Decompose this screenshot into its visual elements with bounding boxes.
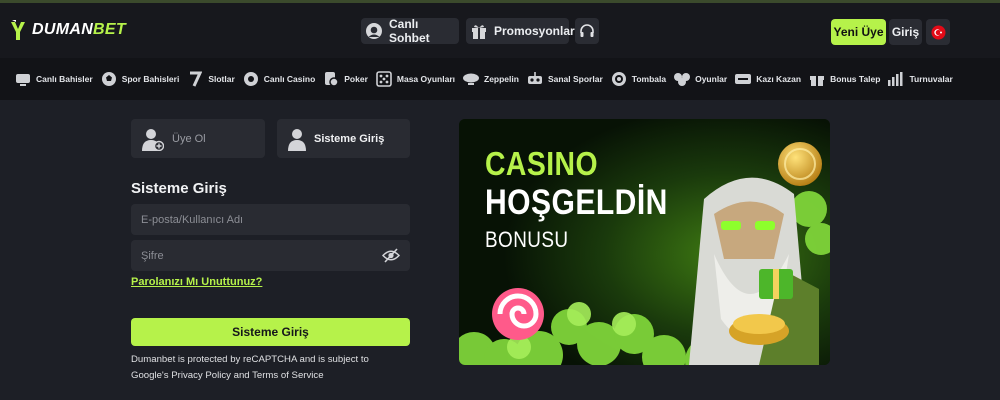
- turkey-flag-icon: [931, 25, 945, 39]
- support-headset-button[interactable]: [575, 18, 599, 44]
- promotions-button[interactable]: Promosyonlar: [466, 18, 575, 44]
- poker-chip-icon: [322, 70, 340, 88]
- category-nav: Canlı Bahisler Spor Bahisleri Slotlar Canlı…: [0, 58, 1000, 100]
- zeppelin-icon: [462, 70, 480, 88]
- nav-item-canl-bahisler[interactable]: Canlı Bahisler: [14, 70, 93, 88]
- password-placeholder: Şifre: [141, 249, 164, 262]
- banner-title-bonus: BONUSU: [485, 227, 569, 252]
- nav-item-kaz-kazan[interactable]: Kazı Kazan: [734, 70, 801, 88]
- nav-item-label: Zeppelin: [484, 74, 519, 84]
- scratch-card-icon: [734, 70, 752, 88]
- forgot-password-link[interactable]: Parolanızı Mı Unuttunuz?: [131, 276, 262, 288]
- support-agent-icon: [365, 21, 383, 41]
- nav-item-oyunlar[interactable]: Oyunlar: [673, 70, 727, 88]
- login-submit-button[interactable]: Sisteme Giriş: [131, 318, 410, 346]
- nav-item-canl-casino[interactable]: Canlı Casino: [242, 70, 315, 88]
- nav-item-bonus-talep[interactable]: Bonus Talep: [808, 70, 880, 88]
- headset-icon: [580, 24, 594, 37]
- brand-logo[interactable]: DUMANBET: [10, 19, 126, 41]
- nav-item-label: Kazı Kazan: [756, 74, 802, 84]
- nav-item-label: Oyunlar: [695, 74, 728, 84]
- bar-chart-icon: [887, 70, 905, 88]
- recaptcha-line-1: Dumanbet is protected by reCAPTCHA and i…: [131, 354, 369, 365]
- live-chat-button[interactable]: Canlı Sohbet: [361, 17, 459, 45]
- slot-seven-icon: [186, 70, 204, 88]
- tombala-icon: [610, 70, 628, 88]
- register-button[interactable]: Yeni Üye: [831, 19, 886, 45]
- nav-item-label: Tombala: [631, 74, 667, 84]
- recaptcha-notice: Dumanbet is protected by reCAPTCHA and i…: [131, 352, 421, 384]
- nav-item-tombala[interactable]: Tombala: [610, 70, 666, 88]
- nav-item-label: Canlı Bahisler: [36, 74, 93, 84]
- gift-icon: [808, 70, 826, 88]
- promotions-label: Promosyonlar: [494, 24, 575, 38]
- top-header: DUMANBET Canlı Sohbet Promosyonlar Yeni …: [0, 3, 1000, 58]
- nav-item-poker[interactable]: Poker: [322, 70, 368, 88]
- casino-welcome-banner[interactable]: CASINO HOŞGELDİN BONUSU: [459, 119, 830, 365]
- brand-name: DUMANBET: [32, 21, 126, 38]
- logo-mark-icon: [11, 20, 25, 40]
- tab-register-label: Üye Ol: [172, 132, 206, 145]
- gift-icon: [470, 21, 488, 41]
- nav-item-label: Poker: [344, 74, 368, 84]
- nav-item-spor-bahisleri[interactable]: Spor Bahisleri: [100, 70, 180, 88]
- user-icon: [288, 128, 306, 151]
- nav-item-label: Sanal Sporlar: [547, 74, 603, 84]
- user-add-icon: [142, 128, 164, 151]
- nav-item-label: Masa Oyunları: [396, 74, 455, 84]
- login-form-title: Sisteme Giriş: [131, 180, 227, 197]
- nav-item-label: Spor Bahisleri: [121, 74, 180, 84]
- tab-register[interactable]: Üye Ol: [131, 119, 265, 158]
- email-placeholder: E-posta/Kullanıcı Adı: [141, 213, 244, 226]
- nav-item-label: Bonus Talep: [830, 74, 881, 84]
- password-field[interactable]: Şifre: [131, 240, 410, 271]
- nav-item-turnuvalar[interactable]: Turnuvalar: [887, 70, 953, 88]
- nav-item-sanal-sporlar[interactable]: Sanal Sporlar: [526, 70, 603, 88]
- tab-login[interactable]: Sisteme Giriş: [277, 119, 410, 158]
- table-games-icon: [375, 70, 393, 88]
- virtual-sports-icon: [526, 70, 544, 88]
- email-field[interactable]: E-posta/Kullanıcı Adı: [131, 204, 410, 235]
- nav-item-zeppelin[interactable]: Zeppelin: [462, 70, 519, 88]
- soccer-ball-icon: [100, 70, 118, 88]
- recaptcha-line-2: Google's Privacy Policy and Terms of Ser…: [131, 370, 324, 381]
- live-casino-icon: [242, 70, 260, 88]
- nav-item-label: Canlı Casino: [263, 74, 316, 84]
- eye-off-icon[interactable]: [382, 247, 400, 264]
- live-betting-icon: [14, 70, 32, 88]
- live-chat-label: Canlı Sohbet: [389, 17, 430, 45]
- nav-item-label: Turnuvalar: [909, 74, 953, 84]
- language-selector[interactable]: [926, 19, 950, 45]
- login-button[interactable]: Giriş: [889, 19, 922, 45]
- banner-title-casino: CASINO: [485, 145, 598, 182]
- games-icon: [673, 70, 691, 88]
- banner-title-welcome: HOŞGELDİN: [485, 183, 668, 222]
- nav-item-masa-oyunlar-[interactable]: Masa Oyunları: [375, 70, 455, 88]
- nav-item-slotlar[interactable]: Slotlar: [186, 70, 235, 88]
- tab-login-label: Sisteme Giriş: [314, 132, 385, 145]
- nav-item-label: Slotlar: [208, 74, 235, 84]
